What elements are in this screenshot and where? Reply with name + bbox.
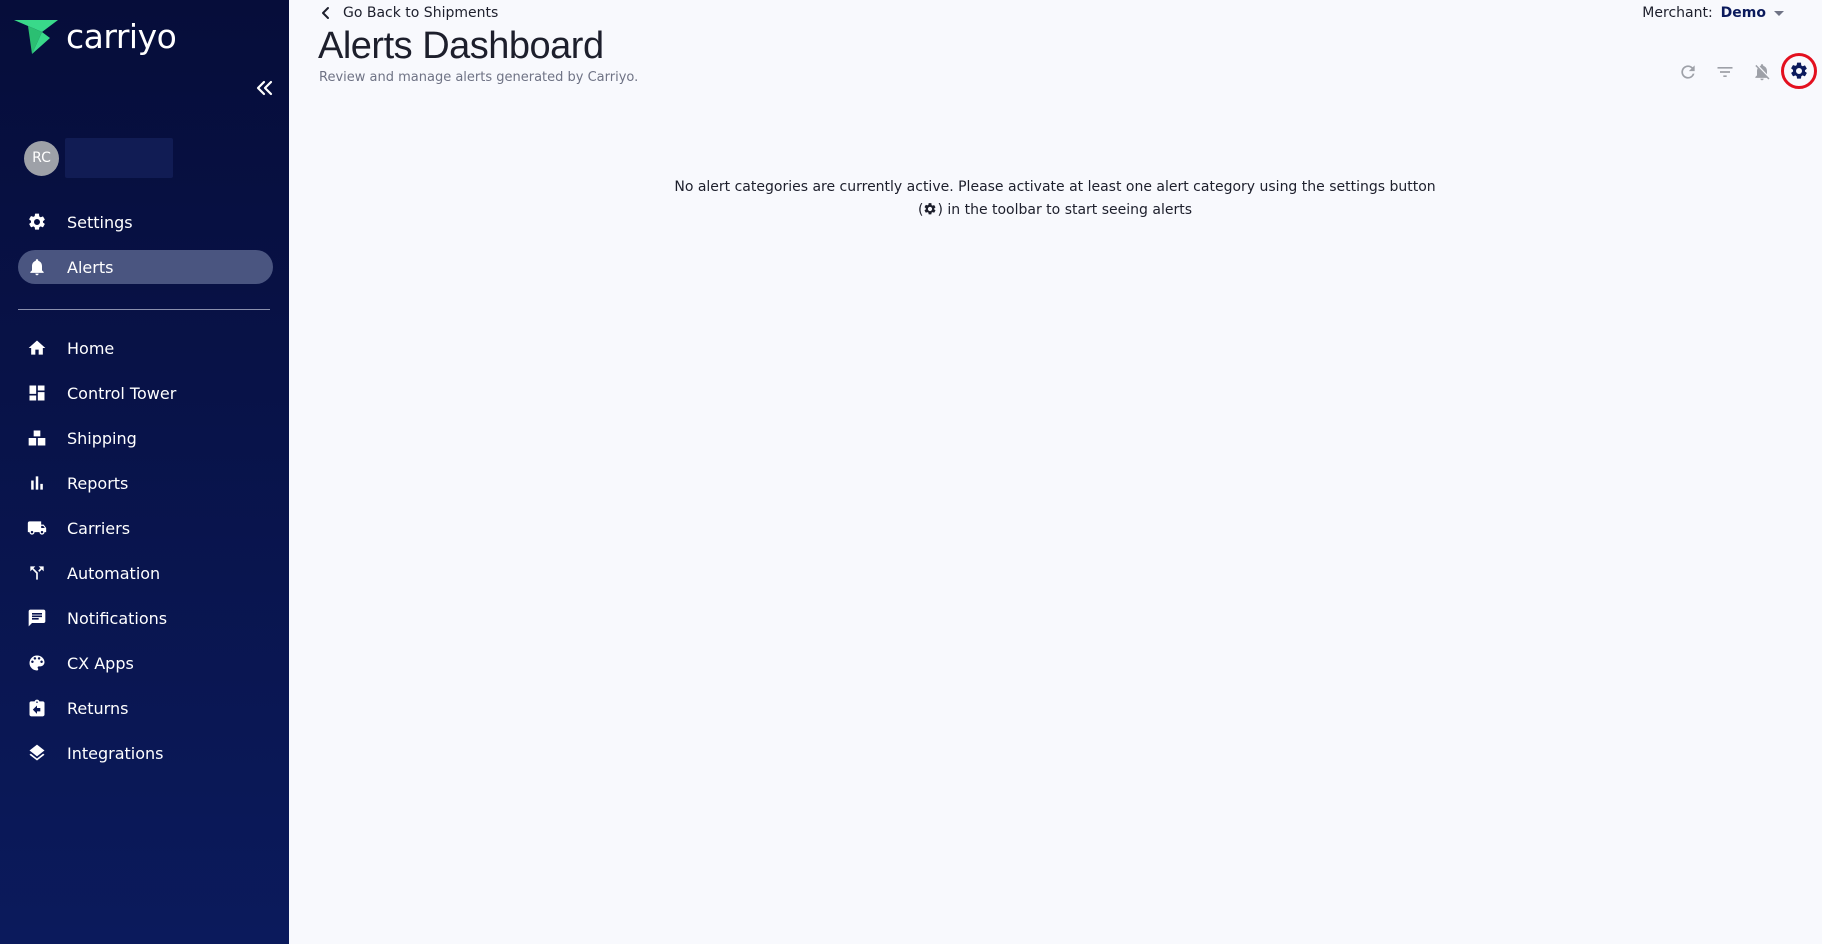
carriyo-logo-icon bbox=[14, 20, 58, 54]
bell-off-icon bbox=[1755, 64, 1770, 81]
sidebar-item-label: Notifications bbox=[67, 608, 168, 628]
sidebar-item-integrations[interactable]: Integrations bbox=[18, 736, 273, 770]
collapse-sidebar-button[interactable] bbox=[252, 76, 276, 100]
message-icon bbox=[26, 607, 48, 629]
sidebar-item-label: Shipping bbox=[67, 428, 137, 448]
sidebar-item-label: Integrations bbox=[67, 743, 164, 763]
carriyo-logo[interactable]: carriyo bbox=[12, 16, 177, 56]
layers-icon bbox=[26, 742, 48, 764]
boxes-icon bbox=[26, 427, 48, 449]
sidebar-item-label: CX Apps bbox=[67, 653, 134, 673]
sidebar-item-label: Alerts bbox=[67, 257, 114, 277]
empty-state-line-1: No alert categories are currently active… bbox=[674, 179, 1436, 195]
sidebar-item-reports[interactable]: Reports bbox=[18, 466, 273, 500]
sidebar-item-cx-apps[interactable]: CX Apps bbox=[18, 646, 273, 680]
merchant-value: Demo bbox=[1720, 5, 1766, 21]
page-subtitle: Review and manage alerts generated by Ca… bbox=[319, 70, 639, 85]
double-chevron-left-icon bbox=[256, 80, 273, 96]
sidebar-item-returns[interactable]: Returns bbox=[18, 691, 273, 725]
back-link-label: Go Back to Shipments bbox=[343, 5, 499, 21]
sidebar-item-label: Returns bbox=[67, 698, 129, 718]
sidebar: carriyo RC Settings Alerts Home Control … bbox=[0, 0, 289, 944]
sidebar-item-control-tower[interactable]: Control Tower bbox=[18, 376, 273, 410]
sidebar-item-label: Reports bbox=[67, 473, 129, 493]
caret-down-icon bbox=[1774, 10, 1784, 16]
dashboard-icon bbox=[26, 382, 48, 404]
sidebar-item-home[interactable]: Home bbox=[18, 331, 273, 365]
sidebar-item-shipping[interactable]: Shipping bbox=[18, 421, 273, 455]
brand-name: carriyo bbox=[66, 16, 177, 56]
user-name-redacted bbox=[65, 138, 173, 178]
sidebar-item-carriers[interactable]: Carriers bbox=[18, 511, 273, 545]
inline-gear-icon bbox=[923, 201, 937, 224]
sidebar-item-label: Carriers bbox=[67, 518, 131, 538]
gear-icon bbox=[26, 211, 48, 233]
settings-icon bbox=[1791, 62, 1807, 79]
filter-icon bbox=[1717, 67, 1733, 77]
palette-icon bbox=[26, 652, 48, 674]
empty-state-message: No alert categories are currently active… bbox=[640, 176, 1470, 224]
sidebar-item-label: Control Tower bbox=[67, 383, 177, 403]
chevron-left-icon bbox=[322, 7, 329, 19]
mute-alerts-button[interactable] bbox=[1750, 60, 1774, 84]
return-box-icon bbox=[26, 697, 48, 719]
page-title: Alerts Dashboard bbox=[318, 25, 604, 67]
sidebar-item-automation[interactable]: Automation bbox=[18, 556, 273, 590]
empty-state-line-2: () in the toolbar to start seeing alerts bbox=[640, 199, 1470, 224]
sidebar-item-label: Home bbox=[67, 338, 115, 358]
alerts-toolbar bbox=[1622, 53, 1822, 89]
refresh-icon bbox=[1681, 65, 1695, 79]
alert-settings-button[interactable] bbox=[1787, 59, 1811, 83]
merchant-label: Merchant: bbox=[1642, 5, 1713, 21]
bell-icon bbox=[26, 256, 48, 278]
sidebar-item-notifications[interactable]: Notifications bbox=[18, 601, 273, 635]
back-to-shipments-link[interactable]: Go Back to Shipments bbox=[318, 5, 498, 21]
sidebar-item-label: Settings bbox=[67, 212, 133, 232]
fork-icon bbox=[26, 562, 48, 584]
avatar: RC bbox=[24, 140, 59, 176]
bar-chart-icon bbox=[26, 472, 48, 494]
merchant-selector[interactable]: Merchant: Demo bbox=[1642, 5, 1784, 21]
sidebar-divider bbox=[18, 309, 270, 310]
home-icon bbox=[26, 337, 48, 359]
empty-state-line-2-text: ) in the toolbar to start seeing alerts bbox=[937, 202, 1192, 218]
sidebar-item-label: Automation bbox=[67, 563, 161, 583]
refresh-button[interactable] bbox=[1676, 60, 1700, 84]
filter-button[interactable] bbox=[1713, 60, 1737, 84]
sidebar-item-alerts[interactable]: Alerts bbox=[18, 250, 273, 284]
sidebar-item-settings[interactable]: Settings bbox=[18, 205, 273, 239]
user-profile[interactable]: RC bbox=[24, 138, 173, 178]
truck-icon bbox=[26, 517, 48, 539]
